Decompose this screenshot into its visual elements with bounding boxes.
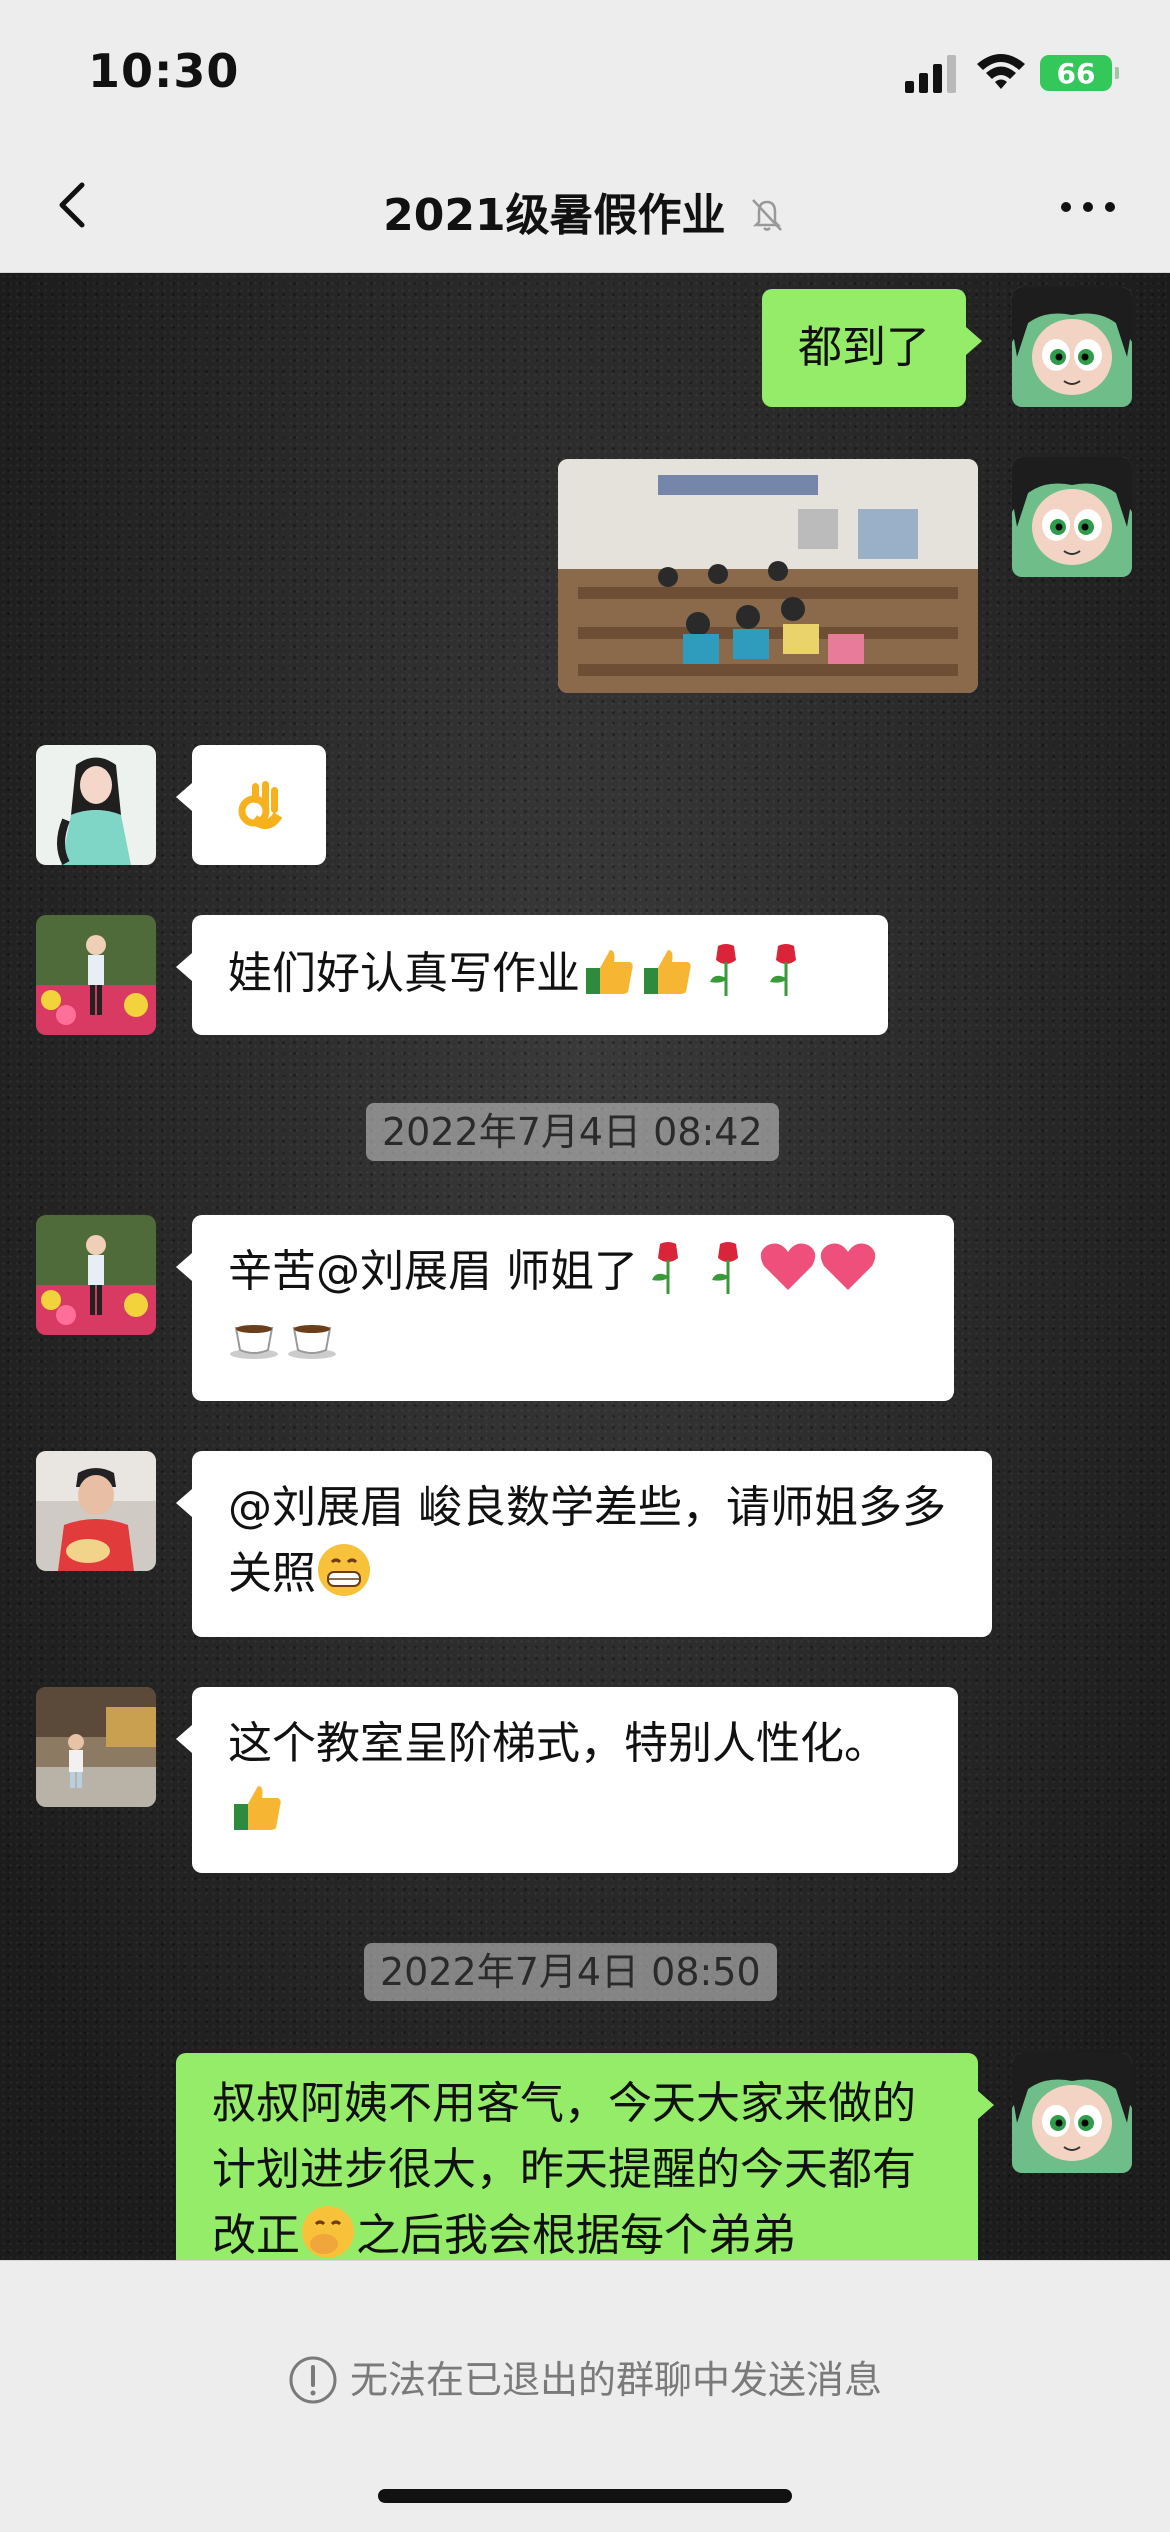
thumbs-up-emoji-icon: [586, 950, 633, 994]
cartoon-avatar-icon: [1012, 2053, 1132, 2173]
chat-title-wrap: 2021级暑假作业: [0, 179, 1170, 243]
cartoon-avatar-icon: [1012, 457, 1132, 577]
message-bubble-other[interactable]: [176, 745, 326, 865]
home-indicator[interactable]: [378, 2489, 792, 2503]
heart-emoji-icon: [820, 1243, 876, 1290]
rose-emoji-icon: [712, 1242, 738, 1294]
chat-title: 2021级暑假作业: [383, 190, 726, 241]
thumbs-up-emoji-icon: [234, 1786, 281, 1830]
self-avatar[interactable]: [1012, 457, 1132, 577]
mute-bell-icon: [751, 199, 782, 231]
classroom-photo[interactable]: [558, 459, 978, 693]
chat-area[interactable]: 都到了 娃们好认真写作业 2022年7月4日 08:42 辛苦@刘展眉 师姐了 …: [0, 273, 1170, 2260]
member-avatar[interactable]: [36, 745, 156, 865]
girl-avatar-icon: [36, 745, 156, 865]
more-icon[interactable]: [1058, 197, 1118, 217]
message-text: 这个教室呈阶梯式，特别人性化。: [228, 1718, 888, 1769]
message-bubble-other[interactable]: 辛苦@刘展眉 师姐了: [176, 1215, 954, 1401]
message-bubble-other[interactable]: @刘展眉 峻良数学差些，请师姐多多关照: [176, 1451, 992, 1637]
info-icon: [289, 2356, 337, 2404]
message-bubble-other[interactable]: 这个教室呈阶梯式，特别人性化。: [176, 1687, 958, 1873]
message-bubble-self[interactable]: 都到了: [762, 289, 982, 407]
ok-hand-emoji-icon: [238, 781, 283, 830]
member-avatar[interactable]: [36, 915, 156, 1035]
message-text-cont: 之后我会根据每个弟弟: [356, 2210, 796, 2260]
rose-emoji-icon: [652, 1242, 678, 1294]
input-bar-disabled: 无法在已退出的群聊中发送消息: [0, 2260, 1170, 2532]
member-avatar[interactable]: [36, 1215, 156, 1335]
heart-emoji-icon: [760, 1243, 816, 1290]
wifi-icon: [977, 54, 1025, 89]
status-bar: 10:30 66: [0, 0, 1170, 145]
thumbs-up-emoji-icon: [644, 950, 691, 994]
child-outdoor-avatar-icon: [36, 1687, 156, 1807]
timestamp: 2022年7月4日 08:50: [364, 1943, 777, 2001]
boy-avatar-icon: [36, 1451, 156, 1571]
self-avatar[interactable]: [1012, 287, 1132, 407]
self-avatar[interactable]: [1012, 2053, 1132, 2173]
cartoon-avatar-icon: [1012, 287, 1132, 407]
flower-girl-avatar-icon: [36, 1215, 156, 1335]
message-bubble-other[interactable]: 娃们好认真写作业: [176, 915, 888, 1035]
coffee-emoji-icon: [230, 1325, 278, 1359]
rose-emoji-icon: [710, 944, 736, 996]
message-text: 辛苦@刘展眉 师姐了: [228, 1246, 638, 1297]
message-text: 都到了: [798, 322, 930, 373]
coffee-emoji-icon: [288, 1325, 336, 1359]
rose-emoji-icon: [770, 944, 796, 996]
timestamp: 2022年7月4日 08:42: [366, 1103, 779, 1161]
message-text: 娃们好认真写作业: [228, 948, 580, 999]
member-avatar[interactable]: [36, 1451, 156, 1571]
signal-icon: [905, 55, 956, 93]
nav-bar: 2021级暑假作业: [0, 145, 1170, 273]
message-bubble-self[interactable]: 叔叔阿姨不用客气，今天大家来做的计划进步很大，昨天提醒的今天都有改正 之后我会根据…: [176, 2053, 994, 2260]
flower-girl-avatar-icon: [36, 915, 156, 1035]
grinning-emoji-icon: [318, 1544, 370, 1596]
cannot-send-notice: 无法在已退出的群聊中发送消息: [0, 2349, 1170, 2405]
notice-text: 无法在已退出的群聊中发送消息: [349, 2358, 882, 2402]
member-avatar[interactable]: [36, 1687, 156, 1807]
status-time: 10:30: [88, 44, 240, 98]
hand-over-mouth-emoji-icon: [302, 2206, 354, 2258]
battery-level: 66: [1056, 56, 1096, 90]
classroom-photo-image: [558, 459, 978, 693]
battery-icon: 66: [1040, 55, 1119, 91]
